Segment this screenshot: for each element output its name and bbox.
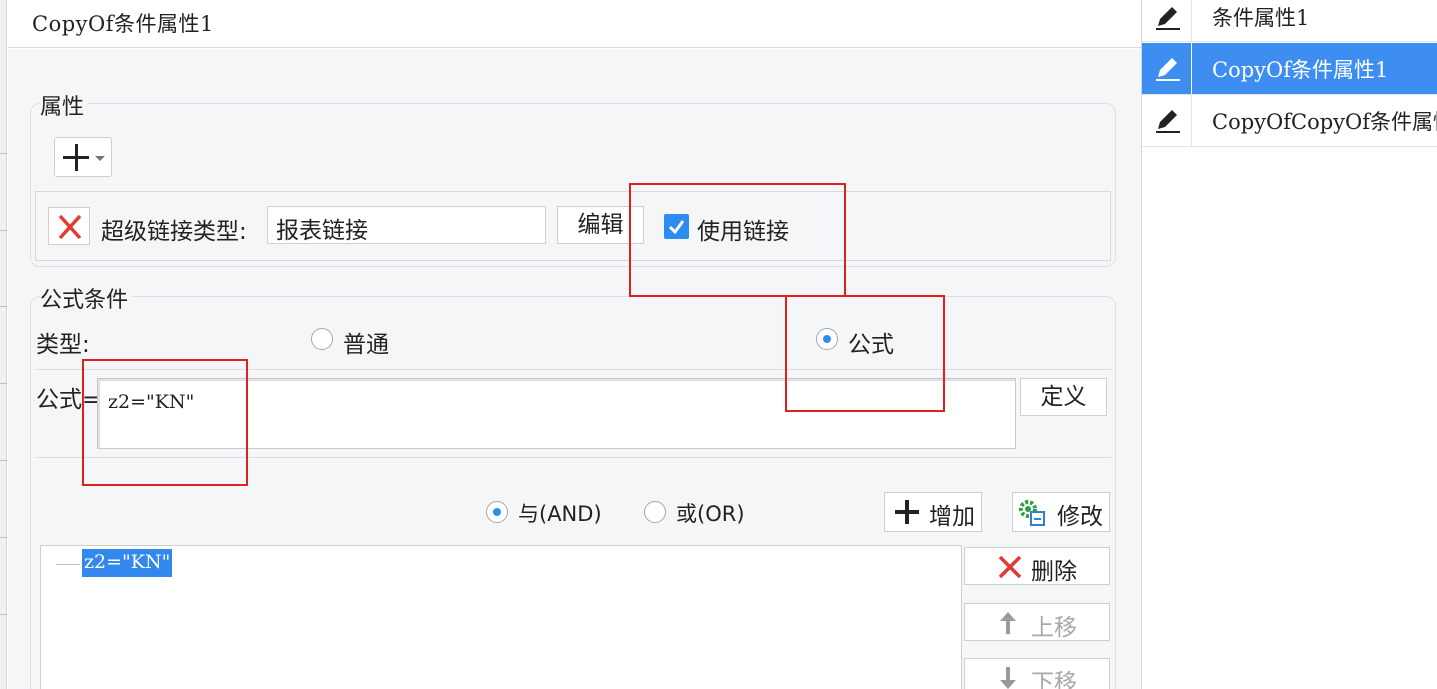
list-item-label: 条件属性1 bbox=[1212, 6, 1310, 30]
modify-condition-label: 修改 bbox=[1057, 504, 1103, 530]
move-up-button[interactable]: 上移 bbox=[964, 603, 1110, 641]
condition-item[interactable]: z2="KN" bbox=[82, 549, 173, 577]
list-item-label: CopyOf条件属性1 bbox=[1212, 58, 1389, 82]
hyperlink-type-field[interactable]: 报表链接 bbox=[267, 206, 546, 244]
pencil-icon bbox=[1156, 110, 1180, 133]
condition-list[interactable]: z2="KN" bbox=[40, 545, 962, 689]
close-icon bbox=[58, 214, 82, 240]
dialog-title: CopyOf条件属性1 bbox=[32, 12, 214, 36]
window-edge bbox=[0, 0, 7, 689]
logic-or-radio[interactable] bbox=[644, 501, 666, 523]
dropdown-arrow-icon bbox=[95, 156, 105, 161]
delete-icon bbox=[998, 555, 1022, 579]
modify-condition-button[interactable]: 修改 bbox=[1012, 492, 1110, 532]
list-item[interactable]: 条件属性1 bbox=[1142, 0, 1437, 42]
logic-and-label[interactable]: 与(AND) bbox=[518, 498, 602, 528]
plus-icon bbox=[895, 500, 919, 524]
define-button[interactable]: 定义 bbox=[1020, 378, 1107, 416]
hyperlink-type-label: 超级链接类型: bbox=[101, 219, 247, 245]
move-down-button[interactable]: 下移 bbox=[964, 658, 1110, 689]
pencil-icon bbox=[1156, 58, 1180, 81]
modify-icon bbox=[1019, 500, 1045, 526]
condition-attribute-list: 条件属性1 CopyOf条件属性1 CopyOfCopyOf条件属性1 bbox=[1141, 0, 1437, 689]
list-item-selected[interactable]: CopyOf条件属性1 bbox=[1142, 43, 1437, 95]
annotation-box-formula-value bbox=[82, 359, 248, 486]
move-down-label: 下移 bbox=[1031, 670, 1077, 689]
delete-button[interactable]: 删除 bbox=[964, 547, 1110, 585]
list-item[interactable]: CopyOfCopyOf条件属性1 bbox=[1142, 95, 1437, 147]
type-label: 类型: bbox=[36, 332, 90, 358]
logic-and-radio[interactable] bbox=[486, 501, 508, 523]
arrow-down-icon bbox=[1000, 667, 1016, 689]
add-condition-button[interactable]: 增加 bbox=[884, 492, 982, 532]
add-attribute-button[interactable] bbox=[54, 137, 112, 177]
logic-or-label[interactable]: 或(OR) bbox=[676, 498, 745, 528]
dialog-title-bar: CopyOf条件属性1 bbox=[8, 0, 1141, 48]
pencil-icon bbox=[1156, 7, 1180, 30]
delete-label: 删除 bbox=[1031, 559, 1077, 585]
add-condition-label: 增加 bbox=[929, 504, 975, 530]
tree-line bbox=[56, 564, 80, 565]
arrow-up-icon bbox=[1000, 612, 1016, 634]
annotation-box-formula-type bbox=[785, 295, 945, 412]
remove-attribute-button[interactable] bbox=[48, 207, 90, 245]
list-item-label: CopyOfCopyOf条件属性1 bbox=[1212, 110, 1437, 134]
attributes-group-legend: 属性 bbox=[40, 89, 89, 121]
formula-condition-legend: 公式条件 bbox=[40, 282, 133, 314]
type-normal-label[interactable]: 普通 bbox=[343, 325, 389, 359]
move-up-label: 上移 bbox=[1031, 615, 1077, 641]
type-normal-radio[interactable] bbox=[311, 328, 333, 350]
annotation-box-use-link bbox=[629, 183, 846, 297]
